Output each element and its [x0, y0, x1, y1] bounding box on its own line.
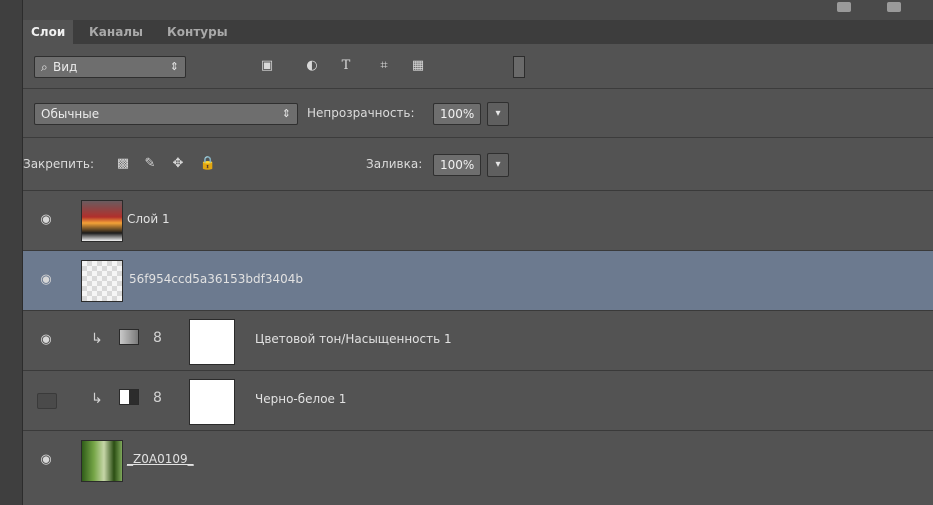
- visibility-eye-icon[interactable]: ◉: [37, 213, 55, 227]
- lock-paint-icon[interactable]: ✎: [141, 154, 159, 174]
- panel-collapse-icon[interactable]: [887, 2, 901, 12]
- mask-link-icon[interactable]: 8: [153, 391, 163, 405]
- layer-name: Черно-белое 1: [255, 392, 347, 406]
- lock-position-icon[interactable]: ✥: [169, 154, 187, 174]
- panel-top-strip: [23, 0, 933, 20]
- select-arrows-icon: ⇕: [169, 60, 179, 73]
- lock-row: Закрепить: ▩ ✎ ✥ 🔒 Заливка: 100% ▾: [23, 138, 933, 190]
- panel-tabs: Слои Каналы Контуры: [23, 20, 933, 45]
- panel-menu-icon[interactable]: [837, 2, 851, 12]
- tab-layers[interactable]: Слои: [23, 20, 74, 44]
- visibility-eye-icon[interactable]: [37, 393, 57, 409]
- filter-shape-icon[interactable]: ⌗: [375, 56, 393, 76]
- filter-smartobject-icon[interactable]: ▦: [409, 56, 427, 76]
- fill-dropdown-button[interactable]: ▾: [487, 153, 509, 177]
- layer-row[interactable]: ◉ Слой 1: [23, 190, 933, 251]
- photoshop-layers-frame: Слои Каналы Контуры ⌕ Вид ⇕ ▣ ◐ T ⌗ ▦ Об…: [0, 0, 933, 505]
- opacity-label: Непрозрачность:: [307, 106, 415, 120]
- adjustment-black-white-icon: [119, 389, 139, 405]
- blend-mode-select[interactable]: Обычные ⇕: [34, 103, 298, 125]
- layer-name: Цветовой тон/Насыщенность 1: [255, 332, 452, 346]
- lock-transparent-icon[interactable]: ▩: [114, 154, 132, 174]
- layer-mask-thumbnail: [189, 319, 235, 365]
- blend-row: Обычные ⇕ Непрозрачность: 100% ▾: [23, 89, 933, 137]
- opacity-value[interactable]: 100%: [433, 103, 482, 125]
- layer-row[interactable]: ◉ _Z0A0109_: [23, 430, 933, 491]
- filter-row: ⌕ Вид ⇕ ▣ ◐ T ⌗ ▦: [23, 44, 933, 88]
- fill-label: Заливка:: [366, 157, 423, 171]
- lock-label: Закрепить:: [23, 157, 95, 171]
- filter-text-icon[interactable]: T: [337, 56, 355, 76]
- mask-link-icon[interactable]: 8: [153, 331, 163, 345]
- tab-channels[interactable]: Каналы: [81, 20, 151, 44]
- tab-paths[interactable]: Контуры: [159, 20, 236, 44]
- search-icon: ⌕: [41, 60, 48, 74]
- layer-row[interactable]: ◉ 56f954ccd5a36153bdf3404b: [23, 250, 933, 311]
- visibility-eye-icon[interactable]: ◉: [37, 453, 55, 467]
- layer-thumbnail: [81, 260, 123, 302]
- visibility-eye-icon[interactable]: ◉: [37, 333, 55, 347]
- layer-mask-thumbnail: [189, 379, 235, 425]
- layers-panel: Слои Каналы Контуры ⌕ Вид ⇕ ▣ ◐ T ⌗ ▦ Об…: [23, 0, 933, 505]
- fill-value[interactable]: 100%: [433, 154, 482, 176]
- left-sidebar: [0, 0, 23, 505]
- filter-kind-select[interactable]: ⌕ Вид ⇕: [34, 56, 186, 78]
- blend-mode-label: Обычные: [41, 107, 100, 121]
- filter-kind-label: Вид: [53, 60, 78, 74]
- clipping-mask-icon: ↳: [91, 391, 103, 407]
- filter-adjustment-icon[interactable]: ◐: [303, 56, 321, 76]
- filter-toggle-icon[interactable]: [513, 56, 525, 78]
- layer-row[interactable]: ↳ 8 Черно-белое 1: [23, 370, 933, 431]
- clipping-mask-icon: ↳: [91, 331, 103, 347]
- lock-all-icon[interactable]: 🔒: [199, 154, 217, 174]
- layer-name: 56f954ccd5a36153bdf3404b: [129, 272, 303, 286]
- layer-thumbnail: [81, 440, 123, 482]
- filter-pixel-icon[interactable]: ▣: [258, 56, 276, 76]
- layer-row[interactable]: ◉ ↳ 8 Цветовой тон/Насыщенность 1: [23, 310, 933, 371]
- visibility-eye-icon[interactable]: ◉: [37, 273, 55, 287]
- layer-name: Слой 1: [127, 212, 170, 226]
- layer-name: _Z0A0109_: [127, 452, 194, 466]
- opacity-dropdown-button[interactable]: ▾: [487, 102, 509, 126]
- adjustment-hue-icon: [119, 329, 139, 345]
- layer-thumbnail: [81, 200, 123, 242]
- select-arrows-icon: ⇕: [281, 107, 291, 120]
